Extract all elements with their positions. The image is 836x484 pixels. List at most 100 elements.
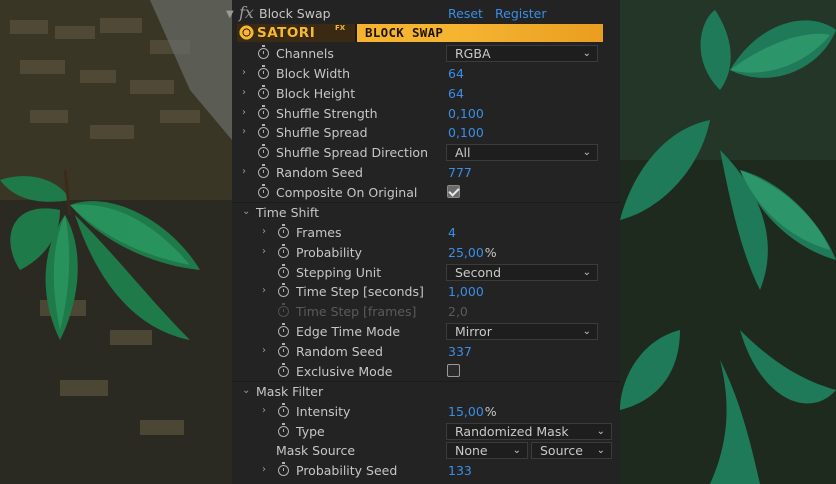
expand-chevron-icon[interactable]: › <box>242 88 252 98</box>
param-value[interactable]: 15,00% <box>448 404 497 419</box>
group-label: Time Shift <box>256 204 319 220</box>
param-shuffle-strength: › Shuffle Strength 0,100 <box>232 103 620 123</box>
group-mask-filter[interactable]: ⌄ Mask Filter <box>232 381 620 401</box>
stopwatch-icon[interactable] <box>258 85 269 99</box>
stopwatch-icon[interactable] <box>278 283 289 297</box>
param-time-step-frames: Time Step [frames] 2,0 <box>232 301 620 321</box>
param-label: Random Seed <box>276 164 363 180</box>
expand-chevron-icon[interactable]: › <box>262 406 272 416</box>
dropdown-value: Mirror <box>455 324 492 339</box>
stopwatch-icon[interactable] <box>278 264 289 278</box>
banner-effect-name: BLOCK SWAP <box>365 25 444 40</box>
chevron-down-icon: ⌄ <box>582 267 591 278</box>
mask-type-dropdown[interactable]: Randomized Mask ⌄ <box>446 423 612 440</box>
stopwatch-icon[interactable] <box>258 124 269 138</box>
stopwatch-icon[interactable] <box>278 462 289 476</box>
expand-chevron-icon[interactable]: › <box>262 465 272 475</box>
composite-on-original-checkbox[interactable] <box>447 185 460 198</box>
param-label: Time Step [seconds] <box>296 283 424 299</box>
group-time-shift[interactable]: ⌄ Time Shift <box>232 202 620 222</box>
background-photo-left <box>0 0 232 484</box>
param-label: Block Width <box>276 65 351 81</box>
stepping-unit-dropdown[interactable]: Second ⌄ <box>446 264 598 281</box>
expand-chevron-icon[interactable]: › <box>262 227 272 237</box>
param-value[interactable]: 0,100 <box>448 125 484 140</box>
chevron-down-icon: ⌄ <box>596 426 605 437</box>
param-label: Probability Seed <box>296 462 398 478</box>
stopwatch-icon[interactable] <box>258 105 269 119</box>
param-label: Random Seed <box>296 343 383 359</box>
shuffle-spread-direction-dropdown[interactable]: All ⌄ <box>446 144 598 161</box>
dropdown-value: None <box>455 443 488 458</box>
stopwatch-icon[interactable] <box>278 403 289 417</box>
expand-chevron-icon[interactable]: › <box>262 346 272 356</box>
stopwatch-icon[interactable] <box>278 224 289 238</box>
param-label: Composite On Original <box>276 184 418 200</box>
edge-time-mode-dropdown[interactable]: Mirror ⌄ <box>446 323 598 340</box>
param-probability-seed: › Probability Seed 133 <box>232 460 620 480</box>
expand-chevron-icon[interactable]: › <box>262 286 272 296</box>
param-value[interactable]: 337 <box>448 344 472 359</box>
param-value: 2,0 <box>448 303 468 319</box>
collapse-chevron-icon[interactable]: ⌄ <box>242 386 252 396</box>
param-composite-on-original: Composite On Original <box>232 182 620 202</box>
expand-chevron-icon[interactable]: › <box>262 247 272 257</box>
register-link[interactable]: Register <box>495 6 546 21</box>
param-edge-time-mode: Edge Time Mode Mirror ⌄ <box>232 321 620 341</box>
stopwatch-icon[interactable] <box>258 144 269 158</box>
param-probability: › Probability 25,00% <box>232 242 620 262</box>
stopwatch-icon[interactable] <box>278 363 289 377</box>
mask-source-channel-dropdown[interactable]: Source ⌄ <box>531 442 612 459</box>
param-label: Time Step [frames] <box>296 303 417 319</box>
param-label: Exclusive Mode <box>296 363 393 379</box>
param-value[interactable]: 133 <box>448 463 472 478</box>
value-unit: % <box>484 244 497 260</box>
chevron-down-icon: ⌄ <box>582 326 591 337</box>
dropdown-value: Source <box>540 443 583 458</box>
fx-icon[interactable]: fx <box>239 3 254 22</box>
param-label: Shuffle Spread <box>276 124 368 140</box>
dropdown-value: Second <box>455 265 502 280</box>
param-value[interactable]: 1,000 <box>448 284 484 299</box>
exclusive-mode-checkbox[interactable] <box>447 364 460 377</box>
param-label: Block Height <box>276 85 356 101</box>
collapse-effect-chevron-icon[interactable]: ▼ <box>226 9 234 20</box>
mask-source-layer-dropdown[interactable]: None ⌄ <box>446 442 528 459</box>
param-label: Frames <box>296 224 342 240</box>
reset-link[interactable]: Reset <box>448 6 483 21</box>
stopwatch-icon[interactable] <box>258 184 269 198</box>
param-label: Intensity <box>296 403 351 419</box>
expand-chevron-icon[interactable]: › <box>242 108 252 118</box>
stopwatch-icon[interactable] <box>258 164 269 178</box>
expand-chevron-icon[interactable]: › <box>242 167 252 177</box>
chevron-down-icon: ⌄ <box>596 445 605 456</box>
param-stepping-unit: Stepping Unit Second ⌄ <box>232 262 620 282</box>
channels-dropdown[interactable]: RGBA ⌄ <box>446 45 598 62</box>
stopwatch-icon[interactable] <box>258 45 269 59</box>
param-value[interactable]: 64 <box>448 66 464 81</box>
stopwatch-icon[interactable] <box>278 323 289 337</box>
param-value[interactable]: 0,100 <box>448 106 484 121</box>
param-label: Shuffle Spread Direction <box>276 144 428 160</box>
stopwatch-icon[interactable] <box>258 65 269 79</box>
param-value[interactable]: 777 <box>448 165 472 180</box>
dropdown-value: RGBA <box>455 46 491 61</box>
param-channels: Channels RGBA ⌄ <box>232 43 620 63</box>
stopwatch-icon[interactable] <box>278 244 289 258</box>
value-unit: % <box>484 403 497 419</box>
group-label: Mask Filter <box>256 383 324 399</box>
param-value[interactable]: 64 <box>448 86 464 101</box>
effect-controls-panel: ▼ fx Block Swap Reset Register SATORI FX… <box>226 0 620 484</box>
param-time-shift-random-seed: › Random Seed 337 <box>232 341 620 361</box>
param-time-step-seconds: › Time Step [seconds] 1,000 <box>232 281 620 301</box>
param-value[interactable]: 4 <box>448 225 456 240</box>
stopwatch-icon[interactable] <box>278 343 289 357</box>
param-intensity: › Intensity 15,00% <box>232 401 620 421</box>
param-exclusive-mode: Exclusive Mode <box>232 361 620 381</box>
expand-chevron-icon[interactable]: › <box>242 68 252 78</box>
param-mask-source: Mask Source None ⌄ Source ⌄ <box>232 440 620 460</box>
expand-chevron-icon[interactable]: › <box>242 127 252 137</box>
stopwatch-icon[interactable] <box>278 423 289 437</box>
param-value[interactable]: 25,00% <box>448 245 497 260</box>
collapse-chevron-icon[interactable]: ⌄ <box>242 207 252 217</box>
